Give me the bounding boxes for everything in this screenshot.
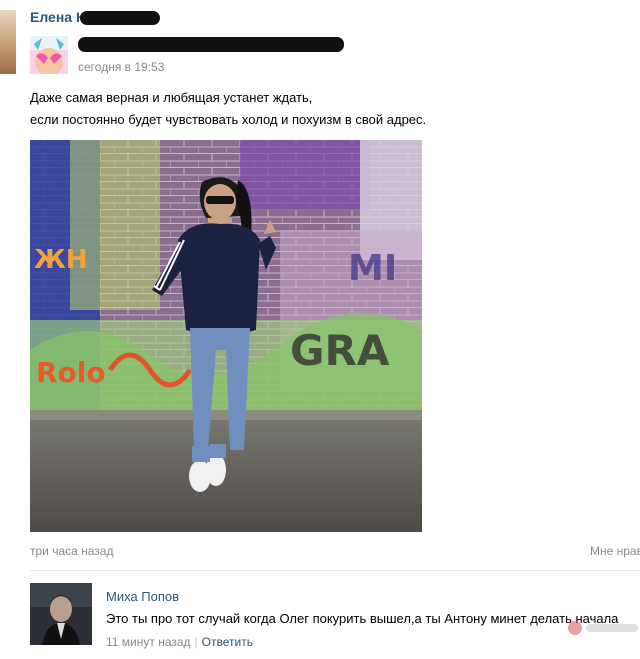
- comment-time[interactable]: 11 минут назад: [106, 635, 191, 649]
- post-time-ago[interactable]: три часа назад: [30, 544, 113, 558]
- post-text: Даже самая верная и любящая устанет ждат…: [30, 87, 630, 131]
- graffiti-tag: ЖН: [34, 245, 88, 275]
- redaction-bar: [80, 11, 160, 25]
- post-date[interactable]: сегодня в 19:53: [78, 60, 164, 74]
- post-text-line: Даже самая верная и любящая устанет ждат…: [30, 90, 313, 105]
- comment-meta: 11 минут назад | Ответить: [106, 635, 253, 649]
- post-author-name[interactable]: Елена К: [30, 9, 85, 25]
- watermark-logo: [566, 619, 640, 637]
- post-author-avatar[interactable]: [30, 36, 68, 74]
- meta-separator: |: [194, 635, 198, 649]
- avatar-image: [30, 36, 68, 74]
- graffiti-tag: GRA: [290, 326, 390, 375]
- comment-avatar-image: [30, 583, 92, 645]
- redaction-bar: [78, 37, 344, 52]
- previous-avatar[interactable]: [0, 10, 16, 74]
- comment-author-name[interactable]: Миха Попов: [106, 589, 179, 604]
- graffiti-tag: MI: [348, 248, 397, 289]
- like-button[interactable]: Мне нравится: [590, 544, 640, 558]
- comment-author-avatar[interactable]: [30, 583, 92, 645]
- divider: [30, 570, 640, 571]
- reply-button[interactable]: Ответить: [202, 635, 253, 649]
- photo-graffiti-wall: Rolo GRA ЖН MI: [30, 140, 422, 532]
- post-text-line: если постоянно будет чувствовать холод и…: [30, 112, 427, 127]
- graffiti-tag: Rolo: [36, 356, 106, 389]
- comment-text: Это ты про тот случай когда Олег покурит…: [106, 611, 619, 626]
- post-photo[interactable]: Rolo GRA ЖН MI: [30, 140, 422, 532]
